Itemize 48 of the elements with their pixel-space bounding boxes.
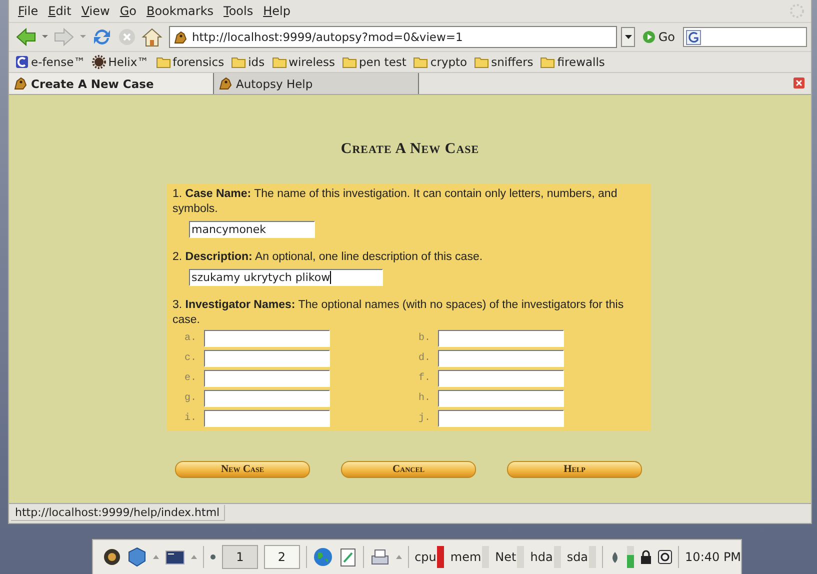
- tab[interactable]: Autopsy Help: [214, 73, 419, 94]
- page-title: Create A New Case: [340, 141, 480, 158]
- field-label: d.: [418, 353, 432, 364]
- field-label: b.: [418, 333, 432, 344]
- form-button[interactable]: New Case: [175, 461, 310, 478]
- input-field[interactable]: mancymonek: [188, 221, 314, 238]
- menu-item[interactable]: Go: [114, 2, 142, 20]
- menu-item[interactable]: Tools: [218, 2, 258, 20]
- field-label: j.: [418, 413, 432, 424]
- field-label: i.: [184, 413, 198, 424]
- menu-item[interactable]: View: [76, 2, 115, 20]
- bookmark[interactable]: firewalls: [540, 55, 605, 69]
- field-label: f.: [418, 373, 432, 384]
- field-label: c.: [184, 353, 198, 364]
- status-text: http://localhost:9999/help/index.html: [11, 505, 225, 521]
- bookmark[interactable]: wireless: [272, 55, 335, 69]
- question-text: 2. Description: An optional, one line description of this case.: [172, 250, 484, 265]
- form-button[interactable]: Cancel: [341, 461, 476, 478]
- monitor-label: Net: [495, 550, 516, 564]
- menu-item[interactable]: Help: [258, 2, 296, 20]
- address-field[interactable]: http://localhost:9999/autopsy?mod=0&view=1: [169, 26, 618, 48]
- bookmark[interactable]: forensics: [156, 55, 224, 69]
- workspace-button[interactable]: 1: [222, 545, 258, 569]
- field-label: e.: [184, 373, 198, 384]
- tab[interactable]: Create A New Case: [9, 73, 214, 94]
- monitor-label: mem: [450, 550, 482, 564]
- menu-item[interactable]: File: [13, 2, 44, 20]
- input-field[interactable]: szukamy ukrytych plikow: [188, 269, 382, 286]
- go-button[interactable]: Go: [639, 30, 679, 44]
- bookmark[interactable]: e-fense™: [15, 55, 86, 69]
- monitor-label: hda: [530, 550, 553, 564]
- monitor-label: sda: [566, 550, 588, 564]
- question-text: 3. Investigator Names: The optional names (with no spaces) of the investigators for this case.: [172, 298, 625, 328]
- menu-item[interactable]: Bookmarks: [141, 2, 219, 20]
- field-label: g.: [184, 393, 198, 404]
- field-label: a.: [184, 333, 198, 344]
- question-text: 1. Case Name: The name of this investigation. It can contain only letters, numbers, and symbols.: [172, 187, 618, 217]
- clock: 10:40 PM: [685, 550, 742, 564]
- bookmark[interactable]: ids: [231, 55, 265, 69]
- bookmark[interactable]: Helix™: [92, 55, 149, 69]
- bookmark[interactable]: sniffers: [474, 55, 534, 69]
- bookmark[interactable]: pen test: [342, 55, 406, 69]
- field-label: h.: [418, 393, 432, 404]
- bookmark[interactable]: crypto: [413, 55, 468, 69]
- form-button[interactable]: Help: [507, 461, 642, 478]
- workspace-button[interactable]: 2: [264, 545, 300, 569]
- monitor-label: cpu: [414, 550, 436, 564]
- menu-item[interactable]: Edit: [43, 2, 76, 20]
